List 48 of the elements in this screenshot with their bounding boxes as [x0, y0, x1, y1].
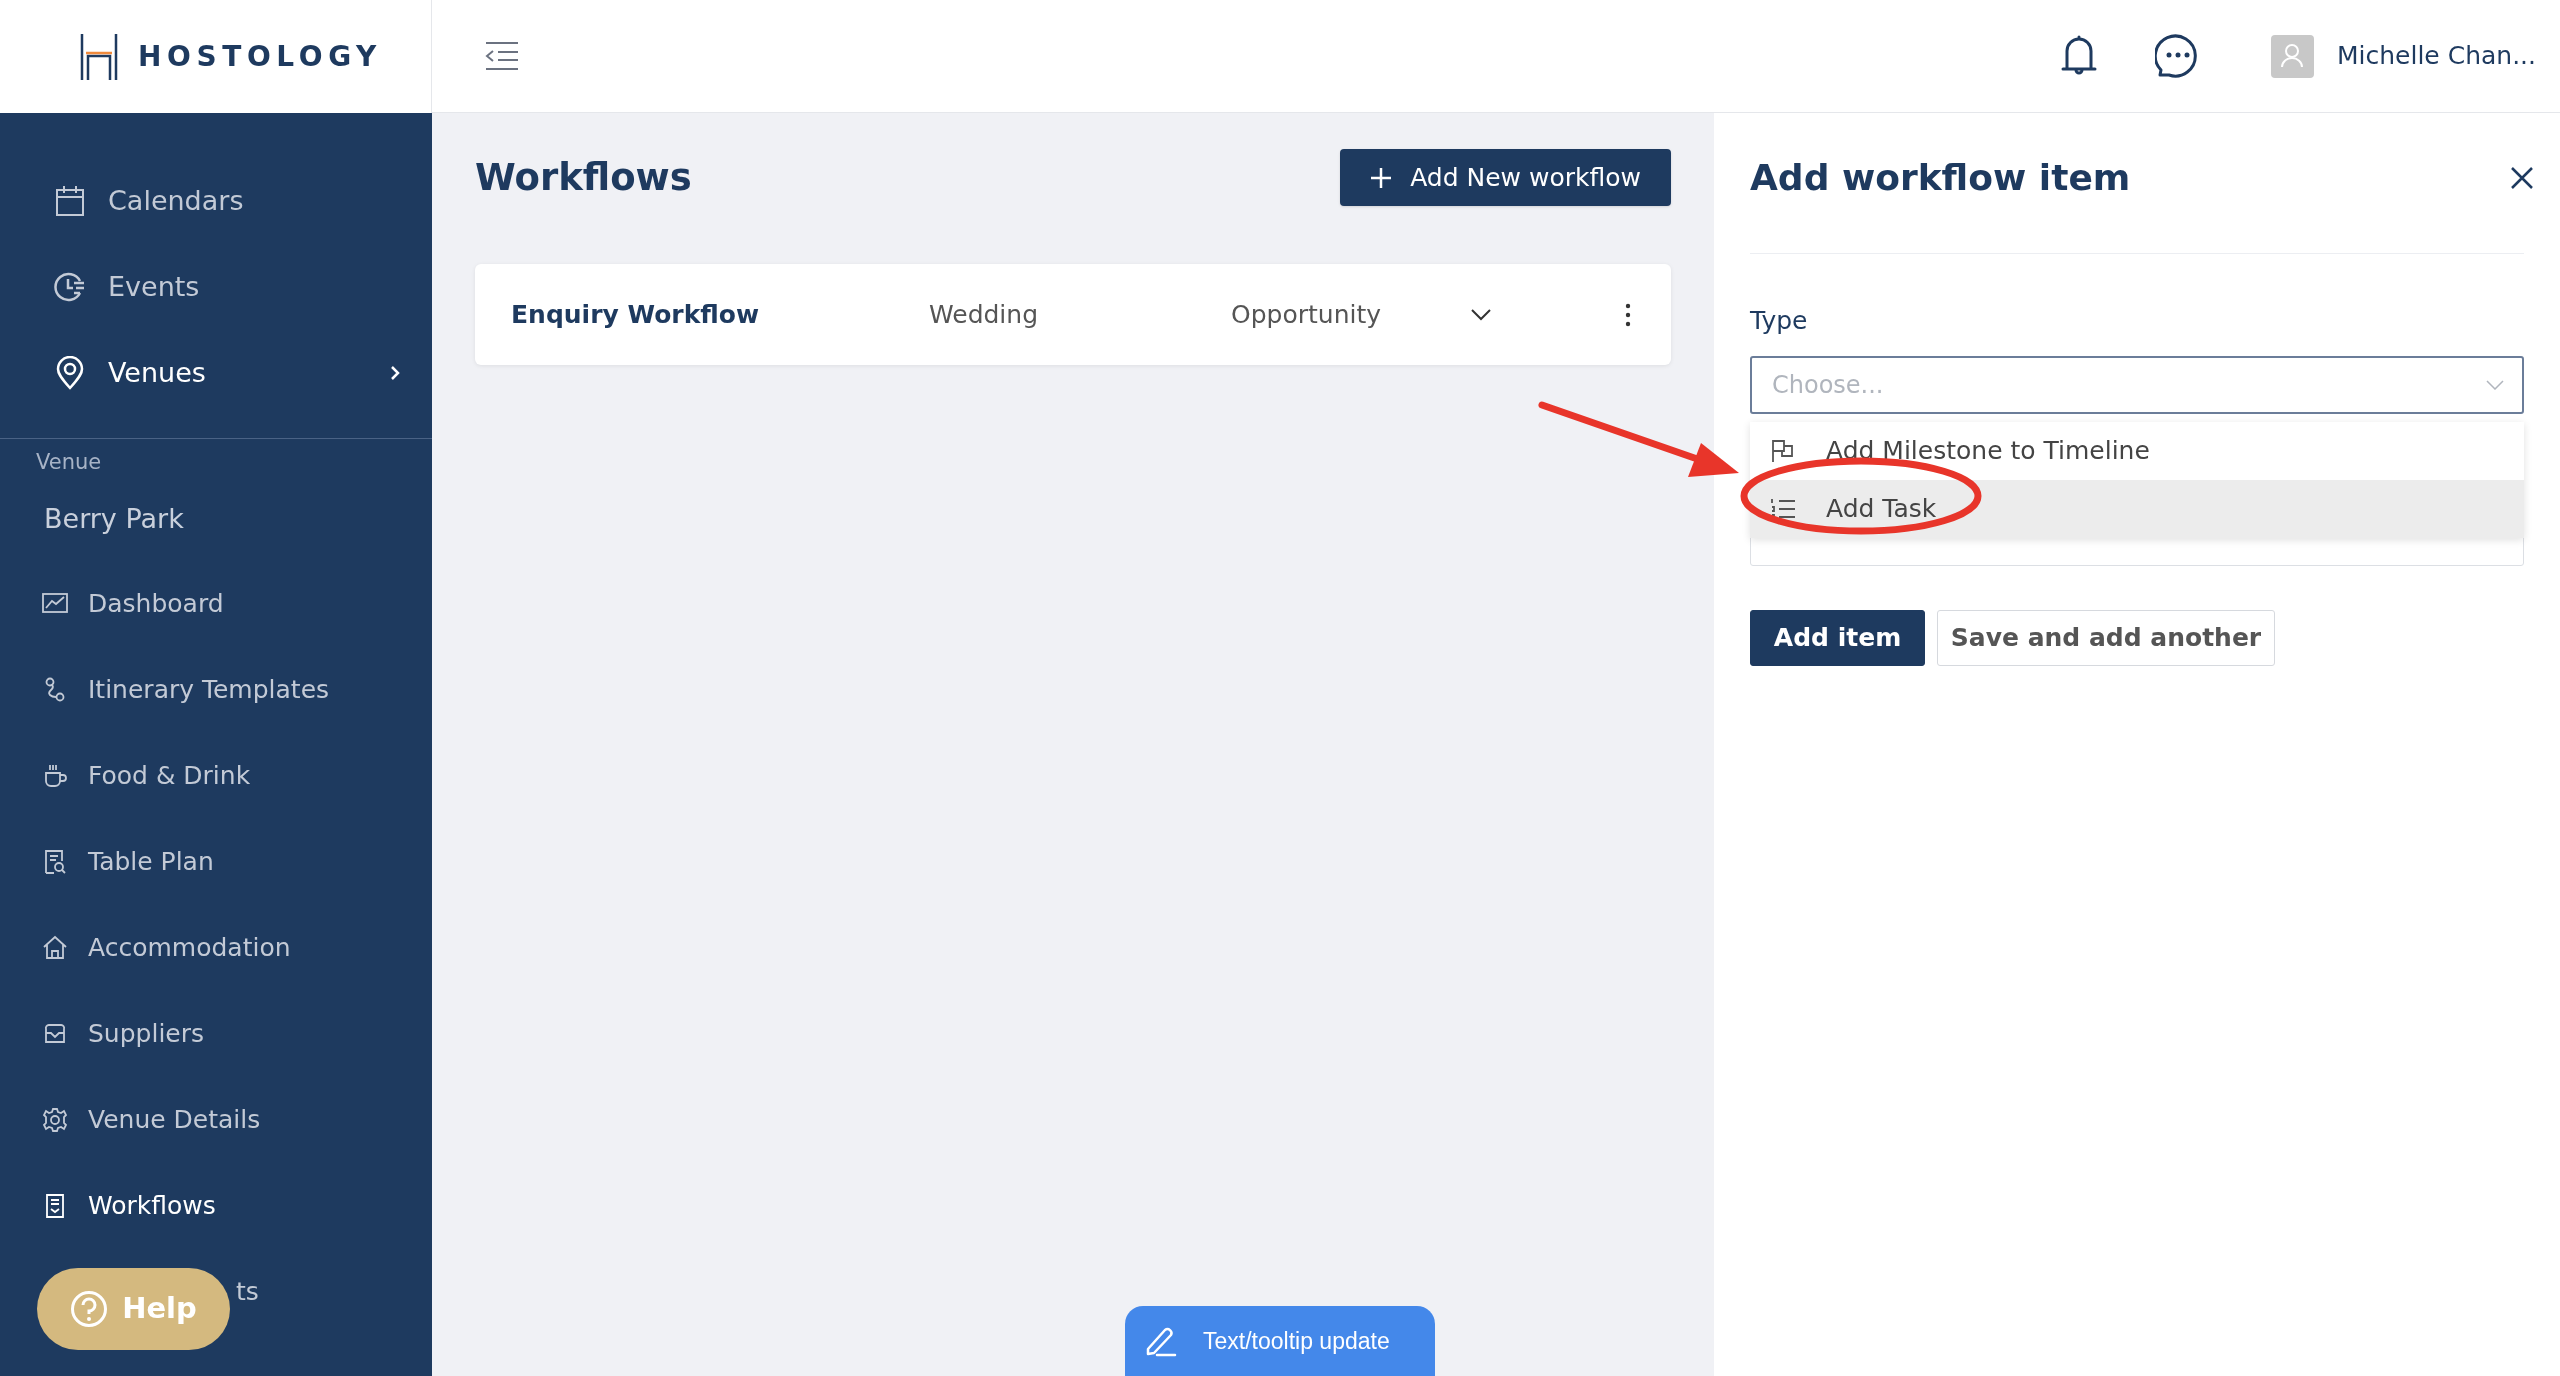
venue-name: Berry Park	[43, 501, 184, 536]
add-workflow-button[interactable]: Add New workflow	[1340, 149, 1671, 206]
sidebar-item[interactable]: Calendars	[0, 158, 432, 244]
sidebar-item[interactable]: Food & Drink	[0, 733, 432, 819]
cup-icon	[42, 763, 68, 789]
list-icon	[1770, 497, 1796, 520]
pencil-icon	[1145, 1325, 1179, 1357]
more-icon[interactable]	[1625, 302, 1631, 327]
flag-icon	[1770, 438, 1796, 463]
close-icon[interactable]	[2510, 166, 2534, 190]
sidebar-item[interactable]: Table Plan	[0, 819, 432, 905]
user-name[interactable]: Michelle Chan...	[2337, 37, 2536, 75]
sidebar-item[interactable]: Suppliers	[0, 991, 432, 1077]
dropdown-option[interactable]: Add Milestone to Timeline	[1750, 421, 2524, 480]
panel-title: Add workflow item	[1750, 156, 2131, 200]
sidebar-item[interactable]: Accommodation	[0, 905, 432, 991]
chevron-down-icon[interactable]	[1471, 308, 1491, 321]
dropdown-option[interactable]: Add Task	[1750, 479, 2524, 538]
workflow-stage: Opportunity	[1231, 298, 1383, 331]
save-and-add-another-button[interactable]: Save and add another	[1937, 609, 2275, 666]
add-item-button[interactable]: Add item	[1750, 609, 1925, 666]
sidebar-item-label[interactable]: ts	[236, 1249, 259, 1335]
sidebar-item[interactable]: Venue Details	[0, 1077, 432, 1163]
sidebar-item[interactable]: Events	[0, 244, 432, 330]
type-label: Type	[1750, 305, 1808, 337]
page-title: Workflows	[475, 154, 692, 201]
sidebar-item[interactable]: Dashboard	[0, 561, 432, 647]
clock-icon	[54, 271, 86, 303]
feedback-button[interactable]: Text/tooltip update	[1125, 1306, 1435, 1376]
logo-text: HOSTOLOGY	[138, 38, 382, 75]
type-select[interactable]: Choose...	[1750, 355, 2524, 414]
plus-icon	[1370, 166, 1393, 189]
menu-icon[interactable]	[484, 41, 520, 71]
workflow-card[interactable]: Enquiry Workflow Wedding Opportunity	[475, 264, 1671, 365]
gear-icon	[42, 1107, 68, 1133]
house-icon	[42, 935, 68, 961]
logo-icon	[80, 33, 118, 80]
calendar-icon	[54, 185, 86, 217]
sidebar-item[interactable]: Itinerary Templates	[0, 647, 432, 733]
workflow-type: Wedding	[929, 298, 1040, 331]
chevron-down-icon	[2486, 379, 2504, 390]
workflow-name: Enquiry Workflow	[511, 298, 761, 331]
question-icon	[70, 1290, 109, 1328]
section-label: Venue	[35, 449, 102, 476]
document-search-icon	[42, 849, 68, 875]
sidebar-item[interactable]: Venues	[0, 330, 432, 416]
sidebar-item[interactable]: Workflows	[0, 1163, 432, 1249]
map-pin-icon	[54, 356, 86, 390]
